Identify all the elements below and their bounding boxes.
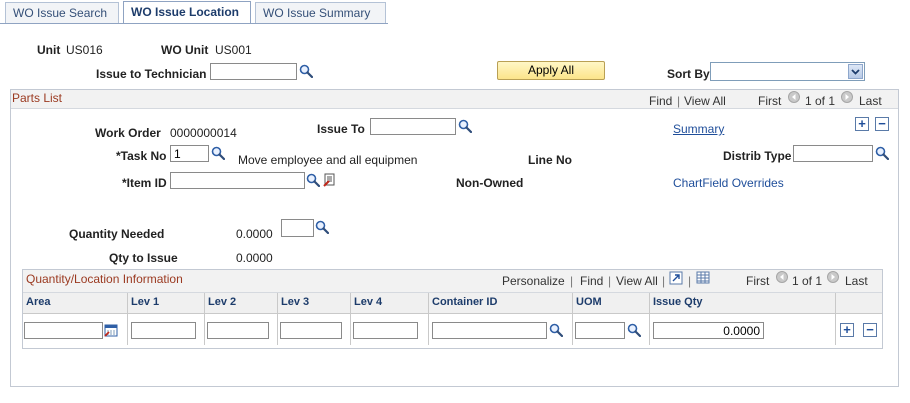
nav-separator: | <box>688 274 692 288</box>
task-description: Move employee and all equipmen <box>238 153 418 167</box>
magnifier-icon[interactable] <box>299 64 313 78</box>
issue-to-technician-label: Issue to Technician <box>96 67 207 81</box>
col-uom: UOM <box>576 296 602 308</box>
issue-to-input[interactable] <box>370 118 456 135</box>
lev-3-input[interactable] <box>280 322 342 339</box>
download-icon[interactable] <box>669 271 683 285</box>
grid-view-all-link[interactable]: View All <box>616 274 658 288</box>
grid-find-link[interactable]: Find <box>580 274 603 288</box>
parts-view-all-link[interactable]: View All <box>684 94 726 108</box>
uom-input[interactable] <box>575 322 625 339</box>
issue-to-label: Issue To <box>317 122 365 136</box>
parts-first-label: First <box>758 94 782 108</box>
work-order-label: Work Order <box>95 126 161 140</box>
delete-row-button[interactable]: − <box>863 323 877 337</box>
item-id-input[interactable] <box>170 172 305 189</box>
nav-separator: | <box>570 274 574 288</box>
quantity-needed-value: 0.0000 <box>236 227 273 241</box>
issue-qty-input[interactable] <box>653 322 764 339</box>
plus-icon: + <box>843 322 851 337</box>
parts-list-title: Parts List <box>12 91 63 105</box>
lev-2-input[interactable] <box>207 322 269 339</box>
page-tabs: WO Issue Search WO Issue Location WO Iss… <box>0 0 910 24</box>
container-id-input[interactable] <box>432 322 547 339</box>
magnifier-icon[interactable] <box>211 146 225 160</box>
line-no-label: Line No <box>528 153 572 167</box>
tab-wo-issue-location[interactable]: WO Issue Location <box>123 1 251 24</box>
detail-icon[interactable] <box>323 173 337 187</box>
prev-arrow-icon[interactable] <box>788 91 800 103</box>
next-arrow-icon[interactable] <box>827 271 839 283</box>
next-arrow-icon[interactable] <box>841 91 853 103</box>
wo-unit-label: WO Unit <box>161 43 209 57</box>
tab-underline <box>0 23 388 24</box>
grid-last-label: Last <box>845 274 868 288</box>
delete-row-button[interactable]: − <box>875 117 889 131</box>
minus-icon: − <box>866 322 874 337</box>
distrib-type-input[interactable] <box>793 145 873 162</box>
add-row-button[interactable]: + <box>840 323 854 337</box>
magnifier-icon[interactable] <box>627 323 641 337</box>
col-lev-3: Lev 3 <box>281 296 310 308</box>
grid-first-label: First <box>746 274 770 288</box>
lev-4-input[interactable] <box>353 322 418 339</box>
wo-unit-value: US001 <box>215 43 252 57</box>
nav-separator: | <box>677 94 681 108</box>
col-lev-1: Lev 1 <box>131 296 160 308</box>
add-row-button[interactable]: + <box>855 117 869 131</box>
item-id-label: *Item ID <box>122 176 167 190</box>
nav-separator: | <box>608 274 612 288</box>
prev-arrow-icon[interactable] <box>776 271 788 283</box>
parts-find-link[interactable]: Find <box>649 94 672 108</box>
magnifier-icon[interactable] <box>315 220 329 234</box>
quantity-needed-label: Quantity Needed <box>69 227 165 241</box>
task-no-label: *Task No <box>116 149 167 163</box>
lev-1-input[interactable] <box>131 322 196 339</box>
tab-label: WO Issue Summary <box>263 6 371 20</box>
unit-label: Unit <box>37 43 61 57</box>
magnifier-icon[interactable] <box>306 173 320 187</box>
col-lev-4: Lev 4 <box>354 296 383 308</box>
summary-link[interactable]: Summary <box>673 122 724 136</box>
chartfield-overrides-link[interactable]: ChartField Overrides <box>673 176 784 190</box>
col-area: Area <box>26 296 51 308</box>
non-owned-label: Non-Owned <box>456 176 524 190</box>
parts-last-label: Last <box>859 94 882 108</box>
col-container-id: Container ID <box>432 296 498 308</box>
col-lev-2: Lev 2 <box>208 296 237 308</box>
plus-icon: + <box>858 116 866 131</box>
parts-page-info: 1 of 1 <box>805 94 836 108</box>
grid-icon[interactable] <box>696 271 710 284</box>
chevron-down-icon[interactable] <box>848 64 863 79</box>
minus-icon: − <box>878 116 886 131</box>
qty-to-issue-label: Qty to Issue <box>109 251 178 265</box>
qty-location-title: Quantity/Location Information <box>26 272 183 286</box>
task-no-input[interactable] <box>170 145 209 162</box>
magnifier-icon[interactable] <box>875 146 889 160</box>
area-input[interactable] <box>24 322 103 339</box>
sort-by-label: Sort By <box>667 67 710 81</box>
magnifier-icon[interactable] <box>549 323 563 337</box>
col-issue-qty: Issue Qty <box>653 296 703 308</box>
tab-label: WO Issue Search <box>13 6 108 20</box>
tab-wo-issue-search[interactable]: WO Issue Search <box>5 2 119 23</box>
tab-label: WO Issue Location <box>131 5 240 19</box>
tab-wo-issue-summary[interactable]: WO Issue Summary <box>255 2 386 23</box>
quantity-needed-uom-input[interactable] <box>281 219 314 237</box>
personalize-link[interactable]: Personalize <box>502 274 565 288</box>
calendar-icon[interactable] <box>104 323 118 337</box>
distrib-type-label: Distrib Type <box>723 149 792 163</box>
magnifier-icon[interactable] <box>458 119 472 133</box>
issue-to-technician-input[interactable] <box>210 63 297 80</box>
sort-by-select[interactable] <box>710 62 865 81</box>
grid-page-info: 1 of 1 <box>792 274 823 288</box>
work-order-value: 0000000014 <box>170 126 237 140</box>
qty-to-issue-value: 0.0000 <box>236 251 273 265</box>
apply-all-button[interactable]: Apply All <box>497 61 605 80</box>
nav-separator: | <box>662 274 666 288</box>
unit-value: US016 <box>66 43 103 57</box>
